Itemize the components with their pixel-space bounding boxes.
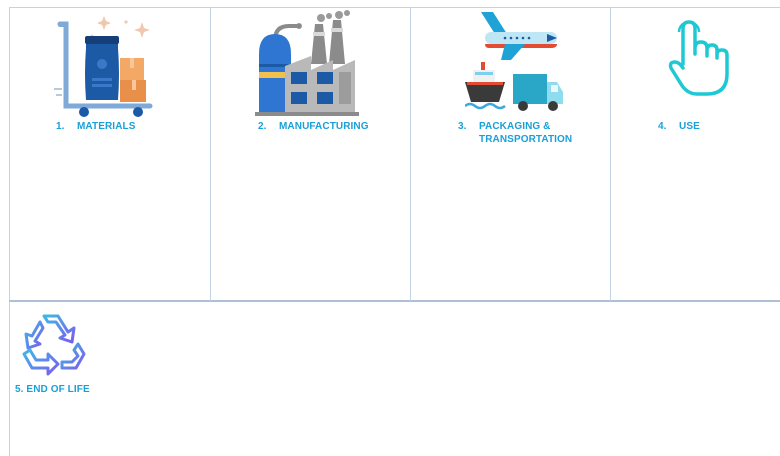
stage-cell-materials: 1. MATERIALS bbox=[10, 8, 210, 300]
stage-title-line1: PACKAGING & bbox=[479, 121, 551, 132]
stage-label-materials: 1. MATERIALS bbox=[56, 120, 136, 133]
stage-cell-use: 4. USE bbox=[611, 8, 780, 300]
stage-label-packaging: 3. PACKAGING & TRANSPORTATION bbox=[458, 120, 572, 146]
stage-number: 4. bbox=[658, 121, 667, 132]
stage-label-end-of-life: 5. END OF LIFE bbox=[15, 384, 90, 395]
stage-number: 1. bbox=[56, 121, 65, 132]
factory-icon bbox=[255, 10, 359, 116]
stage-title-line2: TRANSPORTATION bbox=[479, 134, 573, 145]
touch-hand-icon bbox=[668, 20, 729, 96]
stage-title: MANUFACTURING bbox=[279, 121, 369, 132]
recycle-icon bbox=[22, 314, 86, 376]
stage-label-manufacturing: 2. MANUFACTURING bbox=[258, 120, 369, 133]
stage-cell-packaging: 3. PACKAGING & TRANSPORTATION bbox=[411, 8, 610, 300]
materials-cart-icon bbox=[54, 16, 153, 117]
stage-number: 3. bbox=[458, 121, 467, 132]
stage-title: USE bbox=[679, 121, 700, 132]
transport-icon bbox=[465, 12, 563, 111]
stage-number: 2. bbox=[258, 121, 267, 132]
stage-cell-manufacturing: 2. MANUFACTURING bbox=[211, 8, 410, 300]
stage-cell-end-of-life: 5. END OF LIFE bbox=[10, 302, 780, 456]
stage-label-use: 4. USE bbox=[658, 120, 700, 133]
stage-title: MATERIALS bbox=[77, 121, 136, 132]
